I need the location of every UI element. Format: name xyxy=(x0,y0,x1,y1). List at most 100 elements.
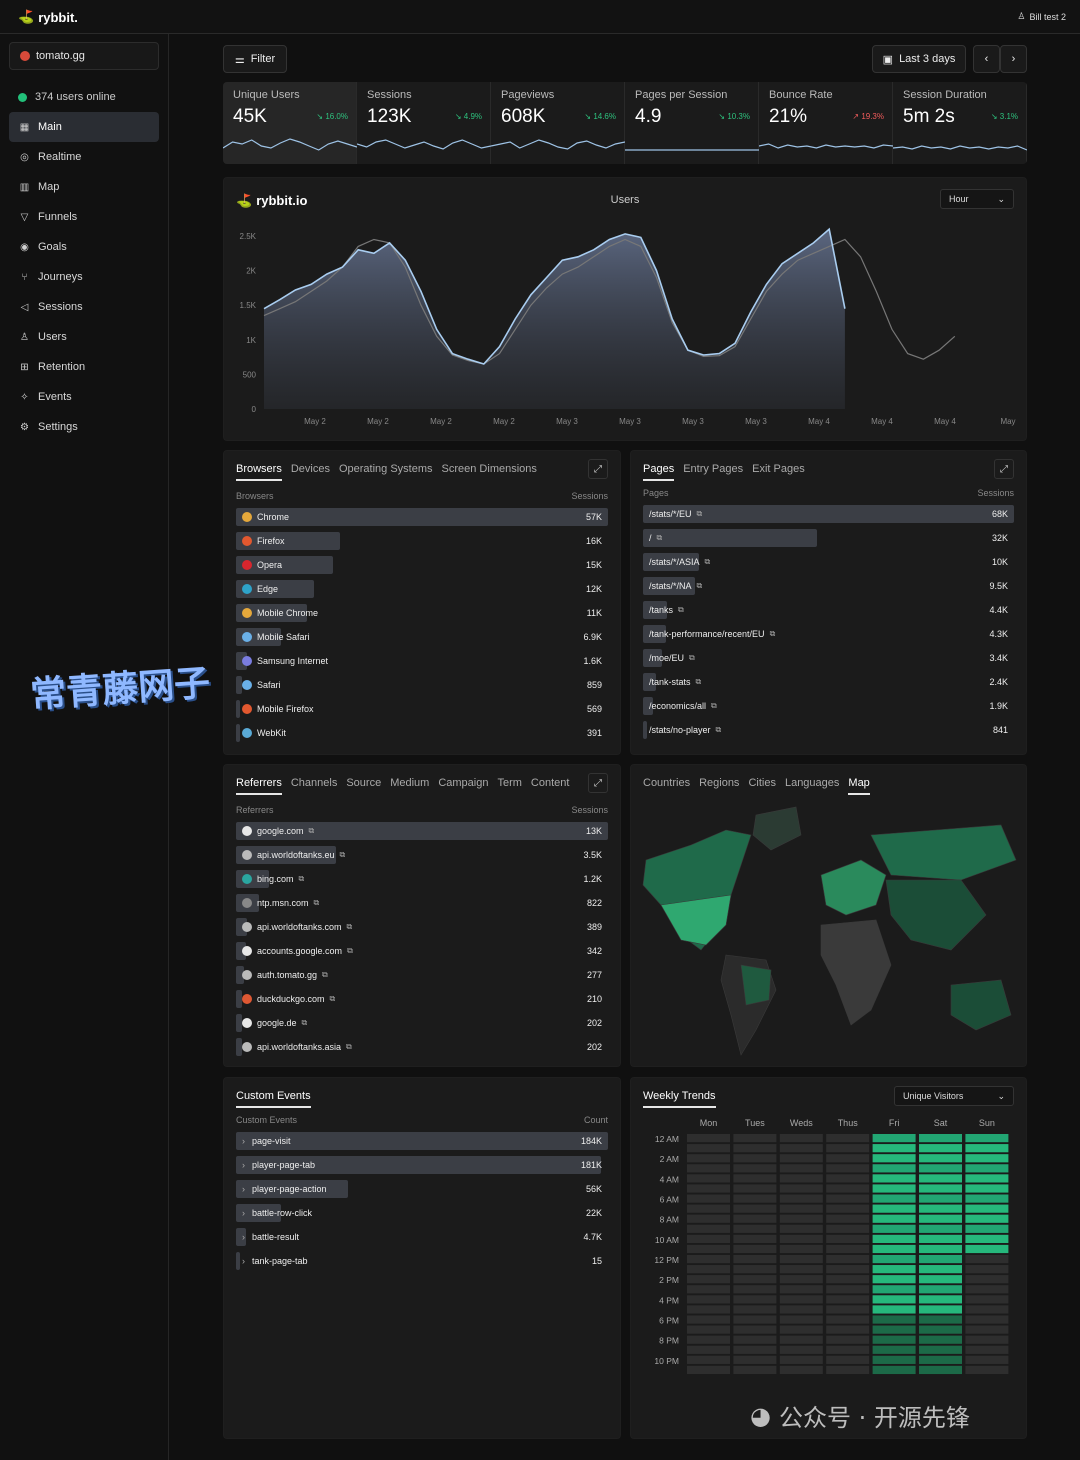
tab-referrers[interactable]: Referrers xyxy=(236,777,282,795)
external-link-icon[interactable]: ⧉ xyxy=(346,1042,352,1052)
external-link-icon[interactable]: ⧉ xyxy=(697,581,703,591)
sidebar-item-sessions[interactable]: ◁ Sessions xyxy=(9,292,159,322)
tab-source[interactable]: Source xyxy=(346,777,381,795)
external-link-icon[interactable]: ⧉ xyxy=(302,1018,308,1028)
prev-range-button[interactable]: ‹ xyxy=(973,45,1000,73)
list-item[interactable]: › player-page-action 56K xyxy=(236,1180,608,1198)
list-item[interactable]: Mobile Firefox 569 xyxy=(236,700,608,718)
tab-exit-pages[interactable]: Exit Pages xyxy=(752,463,805,481)
tab-medium[interactable]: Medium xyxy=(390,777,429,795)
sidebar-item-map[interactable]: ▥ Map xyxy=(9,172,159,202)
list-item[interactable]: / ⧉ 32K xyxy=(643,529,1014,547)
tab-screen-dimensions[interactable]: Screen Dimensions xyxy=(442,463,537,481)
list-item[interactable]: Opera 15K xyxy=(236,556,608,574)
list-item[interactable]: Mobile Chrome 11K xyxy=(236,604,608,622)
list-item[interactable]: /tank-performance/recent/EU ⧉ 4.3K xyxy=(643,625,1014,643)
external-link-icon[interactable]: ⧉ xyxy=(716,725,722,735)
tab-operating-systems[interactable]: Operating Systems xyxy=(339,463,433,481)
date-range-button[interactable]: ▣ Last 3 days xyxy=(872,45,966,73)
external-link-icon[interactable]: ⧉ xyxy=(347,946,353,956)
stat-sessions[interactable]: Sessions 123K ↘ 4.9% xyxy=(357,82,491,164)
list-item[interactable]: auth.tomato.gg ⧉ 277 xyxy=(236,966,608,984)
list-item[interactable]: accounts.google.com ⧉ 342 xyxy=(236,942,608,960)
list-item[interactable]: api.worldoftanks.com ⧉ 389 xyxy=(236,918,608,936)
list-item[interactable]: /stats/no-player ⧉ 841 xyxy=(643,721,1014,739)
expand-icon[interactable]: ⤢ xyxy=(588,459,608,479)
external-link-icon[interactable]: ⧉ xyxy=(770,629,776,639)
logo[interactable]: ⛳ rybbit. xyxy=(18,9,78,25)
next-range-button[interactable]: › xyxy=(1000,45,1027,73)
tab-pages[interactable]: Pages xyxy=(643,463,675,481)
external-link-icon[interactable]: ⧉ xyxy=(314,898,320,908)
tab-weekly-trends[interactable]: Weekly Trends xyxy=(643,1090,716,1108)
external-link-icon[interactable]: ⧉ xyxy=(309,826,315,836)
list-item[interactable]: google.com ⧉ 13K xyxy=(236,822,608,840)
external-link-icon[interactable]: ⧉ xyxy=(299,874,305,884)
list-item[interactable]: Edge 12K xyxy=(236,580,608,598)
external-link-icon[interactable]: ⧉ xyxy=(696,677,702,687)
sidebar-item-realtime[interactable]: ◎ Realtime xyxy=(9,142,159,172)
stat-pageviews[interactable]: Pageviews 608K ↘ 14.6% xyxy=(491,82,625,164)
sidebar-item-events[interactable]: ✧ Events xyxy=(9,382,159,412)
external-link-icon[interactable]: ⧉ xyxy=(657,533,663,543)
sidebar-item-main[interactable]: ▦ Main xyxy=(9,112,159,142)
external-link-icon[interactable]: ⧉ xyxy=(330,994,336,1004)
list-item[interactable]: duckduckgo.com ⧉ 210 xyxy=(236,990,608,1008)
list-item[interactable]: api.worldoftanks.asia ⧉ 202 xyxy=(236,1038,608,1056)
list-item[interactable]: Chrome 57K xyxy=(236,508,608,526)
list-item[interactable]: Samsung Internet 1.6K xyxy=(236,652,608,670)
stat-bounce-rate[interactable]: Bounce Rate 21% ↗ 19.3% xyxy=(759,82,893,164)
external-link-icon[interactable]: ⧉ xyxy=(678,605,684,615)
user-menu[interactable]: ♙ Bill test 2 xyxy=(1017,11,1066,22)
site-selector[interactable]: tomato.gg xyxy=(9,42,159,70)
list-item[interactable]: api.worldoftanks.eu ⧉ 3.5K xyxy=(236,846,608,864)
external-link-icon[interactable]: ⧉ xyxy=(689,653,695,663)
sidebar-item-goals[interactable]: ◉ Goals xyxy=(9,232,159,262)
external-link-icon[interactable]: ⧉ xyxy=(340,850,346,860)
external-link-icon[interactable]: ⧉ xyxy=(697,509,703,519)
sidebar-item-journeys[interactable]: ⑂ Journeys xyxy=(9,262,159,292)
sidebar-item-settings[interactable]: ⚙ Settings xyxy=(9,412,159,442)
stat-pages-per-session[interactable]: Pages per Session 4.9 ↘ 10.3% xyxy=(625,82,759,164)
tab-campaign[interactable]: Campaign xyxy=(438,777,488,795)
world-map[interactable] xyxy=(631,765,1028,1068)
filter-button[interactable]: ⚌ Filter xyxy=(223,45,287,73)
tab-devices[interactable]: Devices xyxy=(291,463,330,481)
list-item[interactable]: ntp.msn.com ⧉ 822 xyxy=(236,894,608,912)
list-item[interactable]: › tank-page-tab 15 xyxy=(236,1252,608,1270)
list-item[interactable]: WebKit 391 xyxy=(236,724,608,742)
list-item[interactable]: google.de ⧉ 202 xyxy=(236,1014,608,1032)
list-item[interactable]: › player-page-tab 181K xyxy=(236,1156,608,1174)
list-item[interactable]: /tank-stats ⧉ 2.4K xyxy=(643,673,1014,691)
list-item[interactable]: /tanks ⧉ 4.4K xyxy=(643,601,1014,619)
weekly-metric-select[interactable]: Unique Visitors ⌄ xyxy=(894,1086,1014,1106)
tab-entry-pages[interactable]: Entry Pages xyxy=(683,463,743,481)
list-item[interactable]: /stats/*/NA ⧉ 9.5K xyxy=(643,577,1014,595)
stat-unique-users[interactable]: Unique Users 45K ↘ 16.0% xyxy=(223,82,357,164)
list-item[interactable]: › battle-result 4.7K xyxy=(236,1228,608,1246)
sidebar-item-users[interactable]: ♙ Users xyxy=(9,322,159,352)
tab-channels[interactable]: Channels xyxy=(291,777,337,795)
list-item[interactable]: /stats/*/EU ⧉ 68K xyxy=(643,505,1014,523)
list-item[interactable]: /stats/*/ASIA ⧉ 10K xyxy=(643,553,1014,571)
list-item[interactable]: Safari 859 xyxy=(236,676,608,694)
tab-custom-events[interactable]: Custom Events xyxy=(236,1090,311,1108)
sidebar-item-funnels[interactable]: ▽ Funnels xyxy=(9,202,159,232)
tab-browsers[interactable]: Browsers xyxy=(236,463,282,481)
sidebar-item-retention[interactable]: ⊞ Retention xyxy=(9,352,159,382)
list-item[interactable]: /moe/EU ⧉ 3.4K xyxy=(643,649,1014,667)
list-item[interactable]: Firefox 16K xyxy=(236,532,608,550)
list-item[interactable]: › battle-row-click 22K xyxy=(236,1204,608,1222)
external-link-icon[interactable]: ⧉ xyxy=(711,701,717,711)
stat-session-duration[interactable]: Session Duration 5m 2s ↘ 3.1% xyxy=(893,82,1027,164)
list-item[interactable]: bing.com ⧉ 1.2K xyxy=(236,870,608,888)
external-link-icon[interactable]: ⧉ xyxy=(705,557,711,567)
list-item[interactable]: › page-visit 184K xyxy=(236,1132,608,1150)
tab-term[interactable]: Term xyxy=(497,777,521,795)
external-link-icon[interactable]: ⧉ xyxy=(347,922,353,932)
expand-icon[interactable]: ⤢ xyxy=(588,773,608,793)
list-item[interactable]: Mobile Safari 6.9K xyxy=(236,628,608,646)
expand-icon[interactable]: ⤢ xyxy=(994,459,1014,479)
tab-content[interactable]: Content xyxy=(531,777,570,795)
external-link-icon[interactable]: ⧉ xyxy=(322,970,328,980)
